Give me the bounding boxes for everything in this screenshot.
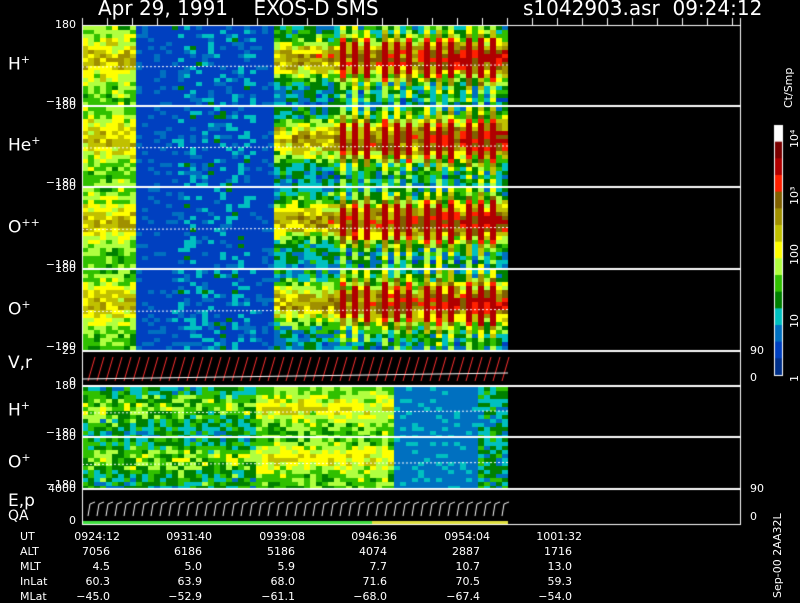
colorbar-tick: 10⁴: [788, 129, 800, 148]
time-cell: 2887: [452, 545, 480, 558]
time-cell: 0939:08: [259, 530, 305, 543]
colorbar-tick: 10³: [788, 186, 800, 205]
right-tick-top: 90: [750, 482, 764, 495]
time-cell: 68.0: [270, 575, 296, 588]
time-row-label: MLT: [20, 560, 41, 573]
y-tick-max: 180: [55, 262, 76, 275]
right-tick-bottom: 0: [750, 510, 757, 523]
channel-label: He+: [8, 134, 40, 156]
y-tick-max: 180: [55, 99, 76, 112]
y-tick-max: 180: [55, 430, 76, 443]
channel-charge: +: [20, 399, 31, 412]
time-row-label: ALT: [20, 545, 39, 558]
time-cell: 5186: [267, 545, 295, 558]
time-cell: 5.9: [277, 560, 296, 573]
time-cell: 13.0: [547, 560, 573, 573]
time-cell: −61.1: [261, 590, 295, 603]
time-cell: 71.6: [362, 575, 388, 588]
channel-name: O: [8, 217, 22, 238]
spectrogram-canvas: [0, 0, 800, 600]
time-cell: 0946:36: [351, 530, 397, 543]
y-tick-max: 25: [62, 344, 76, 357]
right-tick-bottom: 0: [750, 371, 757, 384]
time-cell: 70.5: [455, 575, 481, 588]
channel-label: O++: [8, 216, 40, 238]
time-cell: 0924:12: [74, 530, 120, 543]
channel-charge: +: [21, 450, 31, 464]
time-cell: 60.3: [85, 575, 111, 588]
time-row-label: InLat: [20, 575, 48, 588]
time-row-label: UT: [20, 530, 35, 543]
time-cell: −45.0: [76, 590, 110, 603]
plot-title: Apr 29, 1991 EXOS-D SMS: [98, 0, 379, 20]
channel-label: O+: [8, 298, 31, 320]
channel-charge: ++: [21, 215, 40, 229]
time-cell: −54.0: [538, 590, 572, 603]
y-tick-max: 180: [55, 379, 76, 392]
time-cell: 1716: [544, 545, 572, 558]
time-row-label: MLat: [20, 590, 47, 603]
colorbar-title: Ct/Smp: [782, 67, 795, 108]
time-cell: 7.7: [369, 560, 388, 573]
file-time-label: s1042903.asr 09:24:12: [523, 0, 763, 20]
time-cell: 0931:40: [166, 530, 212, 543]
time-cell: 4074: [359, 545, 387, 558]
channel-name: H: [8, 54, 21, 75]
time-cell: 6186: [174, 545, 202, 558]
channel-label: H+: [8, 53, 30, 75]
y-tick-max: 4000: [48, 482, 76, 495]
colorbar-tick: 10: [788, 314, 800, 328]
channel-label: H+: [8, 399, 30, 421]
colorbar-tick: 100: [788, 244, 800, 265]
time-cell: 0954:04: [444, 530, 490, 543]
channel-name: O: [8, 452, 22, 473]
time-cell: −68.0: [353, 590, 387, 603]
channel-name: O: [8, 299, 22, 320]
colorbar-tick: 1: [788, 375, 800, 382]
channel-name: H: [8, 400, 21, 421]
time-cell: 10.7: [455, 560, 481, 573]
channel-charge: +: [21, 297, 31, 311]
channel-label: O+: [8, 451, 31, 473]
channel-name: He: [8, 135, 32, 156]
time-cell: −67.4: [446, 590, 480, 603]
channel-charge: +: [31, 134, 41, 147]
right-tick-top: 90: [750, 344, 764, 357]
time-cell: 4.5: [92, 560, 111, 573]
time-cell: 59.3: [547, 575, 573, 588]
time-cell: 7056: [82, 545, 110, 558]
time-cell: 5.0: [184, 560, 203, 573]
time-cell: 1001:32: [536, 530, 582, 543]
y-tick-max: 180: [55, 180, 76, 193]
qa-label: QA: [8, 508, 29, 524]
side-label: Sep-00 2AA32L: [771, 513, 784, 598]
time-cell: −52.9: [168, 590, 202, 603]
y-tick-max: 180: [55, 18, 76, 31]
channel-charge: +: [20, 53, 31, 66]
time-cell: 63.9: [177, 575, 203, 588]
